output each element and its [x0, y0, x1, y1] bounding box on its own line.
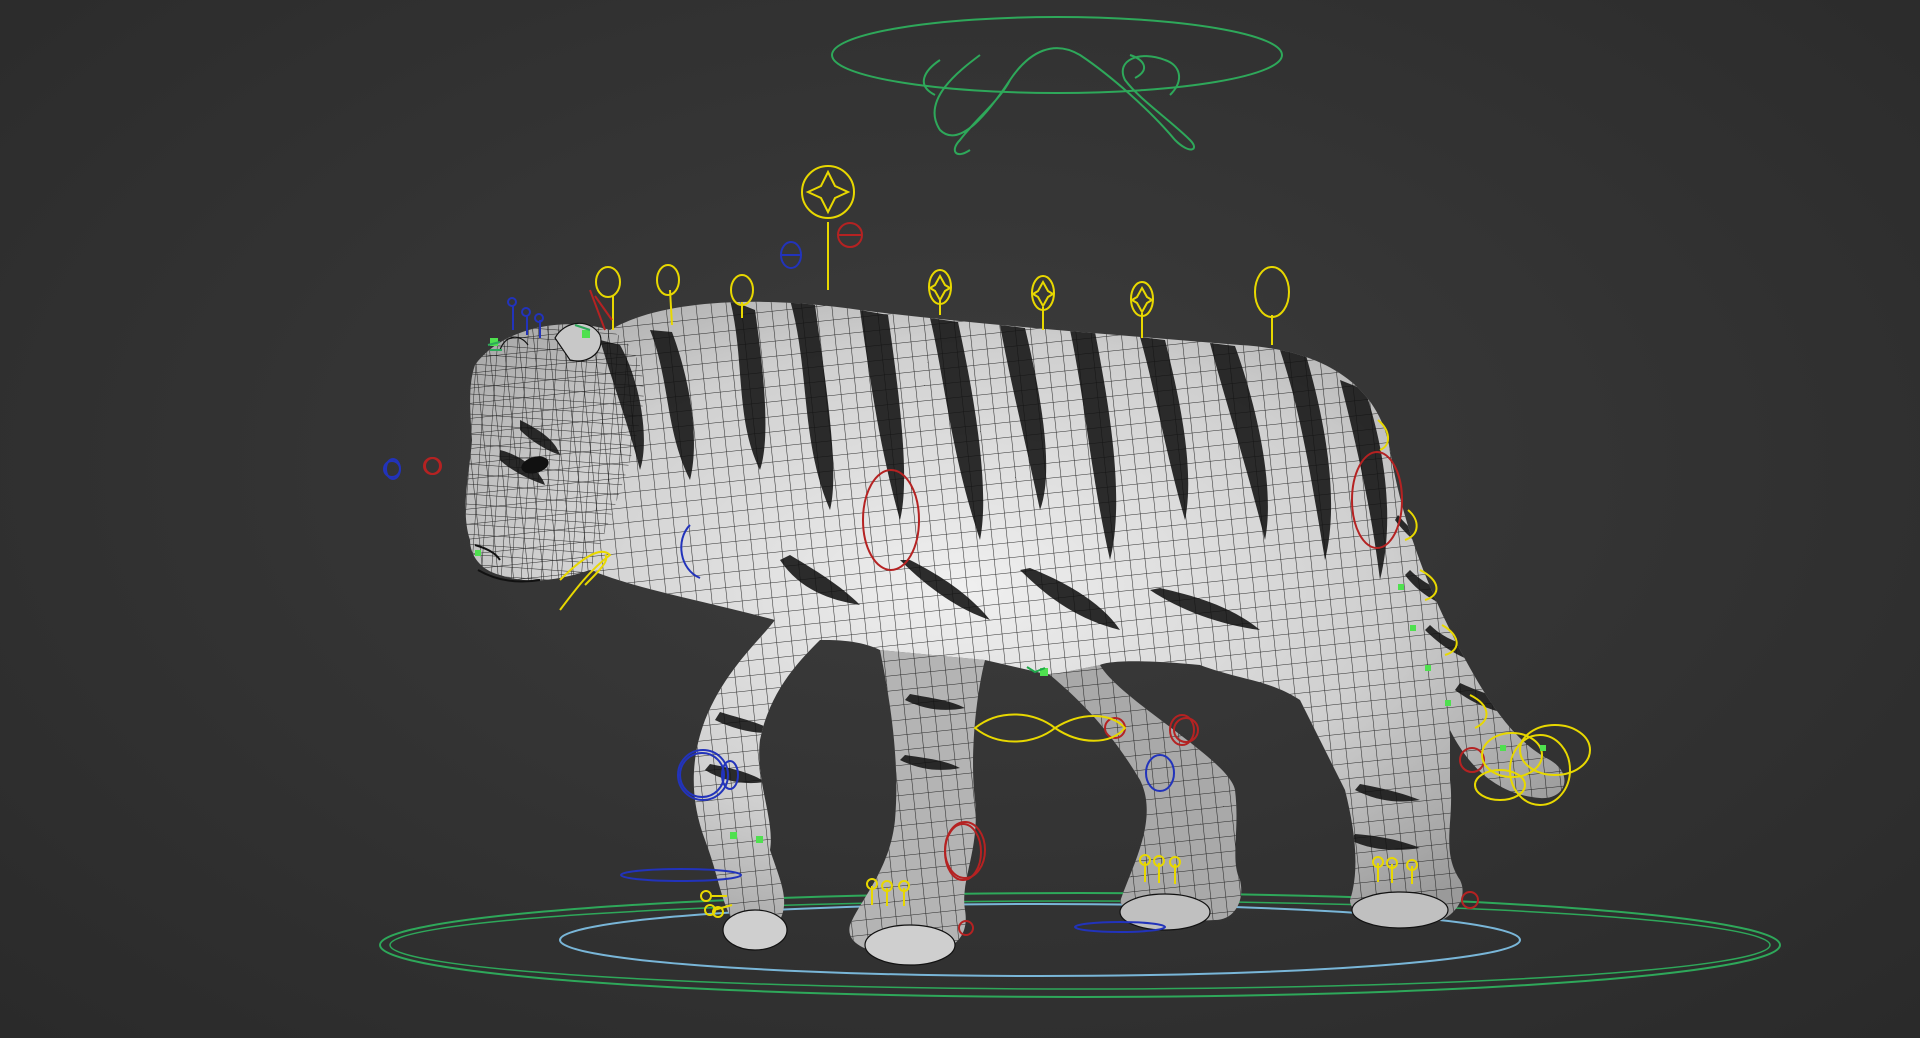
- body-offset-control[interactable]: [831, 16, 1283, 156]
- viewport-canvas[interactable]: [0, 0, 1920, 1038]
- 3d-viewport[interactable]: [0, 0, 1920, 1038]
- master-root-control[interactable]: [379, 892, 1781, 998]
- eye-aim-controls[interactable]: [383, 457, 441, 478]
